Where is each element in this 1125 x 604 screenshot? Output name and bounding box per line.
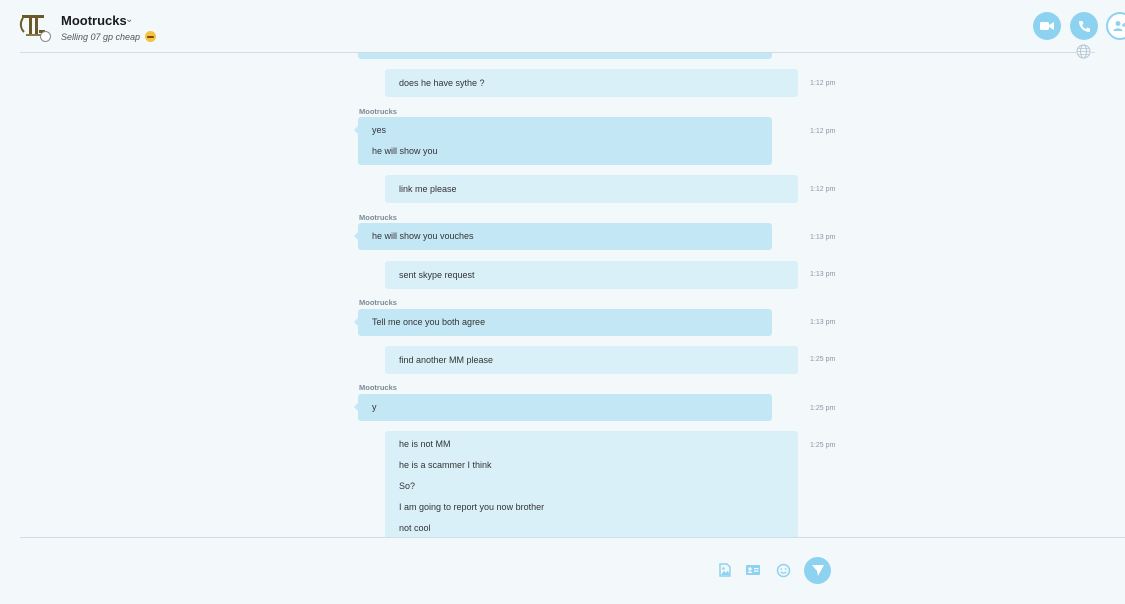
message-timestamp: 1:13 pm xyxy=(810,319,836,326)
message-sender: Mootrucks xyxy=(359,298,397,307)
message-text: not cool xyxy=(399,523,431,533)
add-contact-icon xyxy=(1113,21,1125,31)
contact-card-button[interactable] xyxy=(744,561,762,579)
message-text: I am going to report you now brother xyxy=(399,502,545,512)
header-divider xyxy=(20,52,1095,53)
message-text: y xyxy=(372,402,377,412)
message-bubble-outgoing[interactable]: sent skype request xyxy=(385,261,798,289)
message-text: he will show you xyxy=(372,146,438,156)
message-text: So? xyxy=(399,481,416,491)
message-text: Tell me once you both agree xyxy=(372,317,486,327)
message-bubble-incoming[interactable]: Tell me once you both agree xyxy=(354,309,772,336)
message-text: he is not MM xyxy=(399,439,451,449)
message-text: he will show you vouches xyxy=(372,231,474,241)
message-text: sent skype request xyxy=(399,270,475,280)
emoji-icon xyxy=(144,31,156,42)
contact-name[interactable]: Mootrucks xyxy=(61,13,127,28)
message-sender: Mootrucks xyxy=(359,107,397,116)
message-text: link me please xyxy=(399,184,457,194)
video-camera-icon xyxy=(1040,22,1054,30)
mood-text: Selling 07 gp cheap xyxy=(61,32,141,42)
message-timestamp: 1:25 pm xyxy=(810,442,836,449)
message-composer[interactable] xyxy=(0,538,1125,604)
media-gallery-button[interactable] xyxy=(716,561,734,579)
presence-status-icon xyxy=(40,31,51,42)
message-text: does he have sythe ? xyxy=(399,78,485,88)
contact-card-icon xyxy=(746,565,760,575)
globe-icon[interactable] xyxy=(1076,44,1091,59)
message-text: he is a scammer I think xyxy=(399,460,492,470)
message-timestamp: 1:25 pm xyxy=(810,405,836,412)
audio-call-button[interactable] xyxy=(1070,12,1098,40)
message-sender: Mootrucks xyxy=(359,213,397,222)
message-timestamp: 1:13 pm xyxy=(810,234,836,241)
conversation-header: Mootrucks ⌄ Selling 07 gp cheap xyxy=(0,0,1125,52)
message-bubble-incoming[interactable]: y xyxy=(354,394,772,421)
add-people-button[interactable] xyxy=(1106,12,1125,40)
send-icon xyxy=(811,565,824,576)
mood-message: Selling 07 gp cheap xyxy=(61,31,156,42)
message-bubble-outgoing[interactable]: find another MM please xyxy=(385,346,798,374)
message-timeline[interactable]: does he have sythe ? 1:12 pm Mootrucks y… xyxy=(0,0,1125,537)
media-gallery-icon xyxy=(719,563,731,577)
chevron-down-icon[interactable]: ⌄ xyxy=(125,14,133,25)
message-timestamp: 1:12 pm xyxy=(810,128,836,135)
message-timestamp: 1:12 pm xyxy=(810,186,836,193)
message-text: find another MM please xyxy=(399,355,494,365)
message-timestamp: 1:12 pm xyxy=(810,80,836,87)
message-text: yes xyxy=(372,125,387,135)
message-bubble-incoming[interactable]: yes he will show you xyxy=(354,117,772,165)
emoji-button[interactable] xyxy=(774,561,792,579)
phone-icon xyxy=(1078,20,1090,32)
message-timestamp: 1:25 pm xyxy=(810,356,836,363)
send-button[interactable] xyxy=(804,557,831,584)
message-bubble-incoming[interactable]: he will show you vouches xyxy=(354,223,772,250)
message-timestamp: 1:13 pm xyxy=(810,271,836,278)
video-call-button[interactable] xyxy=(1033,12,1061,40)
message-bubble-outgoing[interactable]: he is not MM he is a scammer I think So?… xyxy=(385,431,798,537)
message-bubble-outgoing[interactable]: link me please xyxy=(385,175,798,203)
smiley-icon xyxy=(776,563,790,577)
message-sender: Mootrucks xyxy=(359,383,397,392)
message-bubble-outgoing[interactable]: does he have sythe ? xyxy=(385,69,798,97)
